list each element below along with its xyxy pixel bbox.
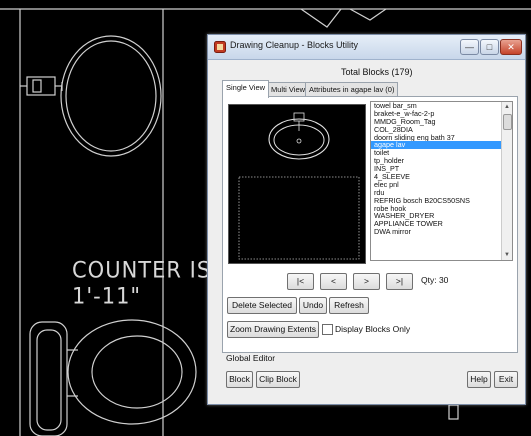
total-blocks-label: Total Blocks (179) bbox=[341, 67, 413, 77]
list-item[interactable]: tp_holder bbox=[371, 157, 512, 165]
undo-button[interactable]: Undo bbox=[299, 297, 327, 314]
window-title: Drawing Cleanup - Blocks Utility bbox=[230, 40, 359, 50]
cad-door-swing bbox=[300, 8, 342, 28]
cad-dimension-text: 1'-11" bbox=[72, 283, 142, 309]
cad-sink-inner bbox=[65, 40, 157, 152]
scroll-down-icon[interactable]: ▼ bbox=[502, 250, 512, 260]
clip-block-button[interactable]: Clip Block bbox=[256, 371, 300, 388]
preview-drain bbox=[296, 138, 302, 144]
scroll-up-icon[interactable]: ▲ bbox=[502, 102, 512, 112]
display-blocks-only-label: Display Blocks Only bbox=[335, 324, 411, 334]
list-item[interactable]: doorn sliding eng bath 37 bbox=[371, 134, 512, 142]
blocks-list-scrollbar[interactable]: ▲ ▼ bbox=[501, 102, 512, 260]
help-button[interactable]: Help bbox=[467, 371, 491, 388]
maximize-button[interactable]: □ bbox=[480, 39, 499, 55]
display-blocks-only-checkbox[interactable] bbox=[322, 324, 333, 335]
cad-sink-outer bbox=[60, 35, 162, 157]
cad-toilet-seat bbox=[91, 335, 183, 409]
list-item[interactable]: agape lav bbox=[371, 141, 512, 150]
qty-label: Qty: 30 bbox=[421, 275, 449, 285]
global-editor-label: Global Editor bbox=[226, 353, 276, 363]
refresh-button[interactable]: Refresh bbox=[329, 297, 369, 314]
single-view-panel: towel bar_sm braket-e_w-fac-2-p MMDG_Room_… bbox=[222, 96, 518, 353]
preview-faucet bbox=[293, 112, 305, 122]
cad-faucet-handle bbox=[32, 79, 42, 93]
blocks-utility-window: Drawing Cleanup - Blocks Utility — □ ✕ T… bbox=[207, 34, 526, 405]
blocks-list-items: towel bar_sm braket-e_w-fac-2-p MMDG_Room_… bbox=[371, 102, 512, 236]
scroll-thumb[interactable] bbox=[503, 114, 512, 130]
zoom-drawing-extents-button[interactable]: Zoom Drawing Extents bbox=[227, 321, 319, 338]
exit-button[interactable]: Exit bbox=[494, 371, 518, 388]
list-item[interactable]: towel bar_sm bbox=[371, 102, 512, 110]
list-item[interactable]: 4_SLEEVE bbox=[371, 173, 512, 181]
delete-selected-button[interactable]: Delete Selected bbox=[227, 297, 297, 314]
next-block-button[interactable]: > bbox=[353, 273, 380, 290]
list-item[interactable]: toilet bbox=[371, 149, 512, 157]
tab-single-view[interactable]: Single View bbox=[222, 80, 270, 98]
blocks-list[interactable]: towel bar_sm braket-e_w-fac-2-p MMDG_Room_… bbox=[370, 101, 513, 261]
preview-counter-outline bbox=[238, 176, 360, 260]
list-item[interactable]: APPLIANCE TOWER bbox=[371, 220, 512, 228]
block-preview bbox=[228, 104, 366, 264]
list-item[interactable]: MMDG_Room_Tag bbox=[371, 118, 512, 126]
block-button[interactable]: Block bbox=[226, 371, 253, 388]
minimize-button[interactable]: — bbox=[460, 39, 479, 55]
last-block-button[interactable]: >| bbox=[386, 273, 413, 290]
previous-block-button[interactable]: < bbox=[320, 273, 347, 290]
list-item[interactable]: rdu bbox=[371, 189, 512, 197]
app-icon bbox=[214, 41, 226, 53]
cad-door-swing bbox=[349, 8, 387, 21]
list-item[interactable]: elec pnl bbox=[371, 181, 512, 189]
cad-counter-text: COUNTER IS bbox=[72, 257, 212, 283]
tab-multi-view[interactable]: Multi View bbox=[267, 82, 310, 97]
list-item[interactable]: REFRIG bosch B20CS50SNS bbox=[371, 197, 512, 205]
list-item[interactable]: COL_28DIA bbox=[371, 126, 512, 134]
tab-attributes[interactable]: Attributes in agape lav (0) bbox=[305, 82, 399, 97]
cad-toilet-tank-inner bbox=[36, 329, 62, 431]
window-titlebar[interactable]: Drawing Cleanup - Blocks Utility — □ ✕ bbox=[208, 35, 525, 60]
first-block-button[interactable]: |< bbox=[287, 273, 314, 290]
close-button[interactable]: ✕ bbox=[500, 39, 522, 55]
list-item[interactable]: robe hook bbox=[371, 205, 512, 213]
list-item[interactable]: braket-e_w-fac-2-p bbox=[371, 110, 512, 118]
list-item[interactable]: WASHER_DRYER bbox=[371, 212, 512, 220]
list-item[interactable]: DWA mirror bbox=[371, 228, 512, 236]
list-item[interactable]: INS_PT bbox=[371, 165, 512, 173]
